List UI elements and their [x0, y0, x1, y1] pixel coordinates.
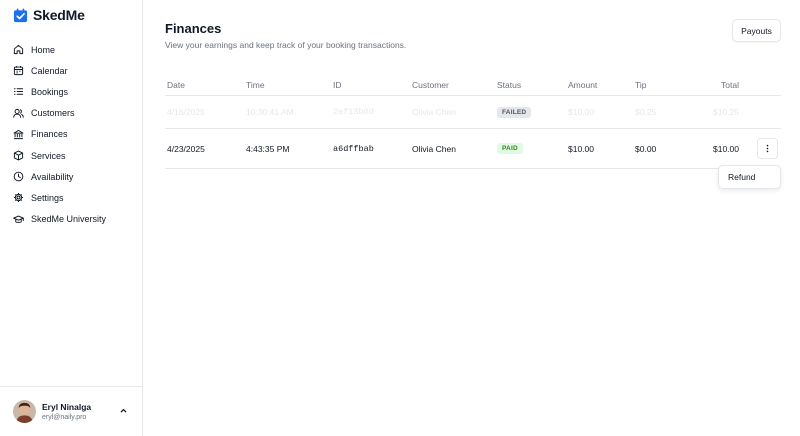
cell-amount: $10.00 [568, 107, 594, 117]
calendar-icon [13, 65, 24, 76]
sidebar-item-label: Customers [31, 108, 75, 119]
refund-menu-item[interactable]: Refund [728, 172, 755, 182]
sidebar-item-finances[interactable]: Finances [0, 124, 142, 145]
sidebar-item-label: Bookings [31, 86, 69, 97]
cell-status: FAILED [497, 96, 532, 128]
user-menu[interactable]: Eryl Ninalga eryl@naily.pro [0, 386, 142, 436]
header-time: Time [246, 79, 265, 90]
user-email: eryl@naily.pro [42, 414, 87, 421]
cell-id: a6dffbab [333, 143, 374, 154]
sidebar-item-home[interactable]: Home [0, 39, 142, 60]
sidebar-item-label: Services [31, 150, 66, 161]
avatar [13, 400, 36, 423]
sidebar-item-label: SkedMe University [31, 214, 107, 225]
table-row[interactable]: 4/16/2025 10:30:41 AM 2ef13b0d Olivia Ch… [165, 96, 781, 129]
cell-time: 10:30:41 AM [246, 107, 294, 117]
header-id: ID [333, 79, 342, 90]
sidebar-item-label: Availability [31, 171, 74, 182]
header-date: Date [167, 79, 185, 90]
cell-total: $10.25 [713, 107, 739, 117]
home-icon [13, 44, 24, 55]
cell-tip: $0.25 [635, 107, 657, 117]
sidebar-item-availability[interactable]: Availability [0, 166, 142, 187]
main-content: Finances View your earnings and keep tra… [143, 0, 800, 436]
sidebar-item-customers[interactable]: Customers [0, 103, 142, 124]
cell-customer: Olivia Chen [412, 143, 456, 154]
header-total: Total [721, 79, 739, 90]
cell-date: 4/23/2025 [167, 143, 205, 154]
list-icon [13, 86, 24, 97]
sidebar-item-label: Calendar [31, 65, 68, 76]
sidebar-item-label: Finances [31, 129, 68, 140]
sidebar-item-settings[interactable]: Settings [0, 187, 142, 208]
cell-date: 4/16/2025 [167, 107, 205, 117]
page-title: Finances [165, 21, 222, 36]
header-tip: Tip [635, 79, 647, 90]
sidebar-item-skedme-university[interactable]: SkedMe University [0, 209, 142, 230]
brand-name: SkedMe [33, 7, 85, 23]
sidebar-item-services[interactable]: Services [0, 145, 142, 166]
transactions-table: Date Time ID Customer Status Amount Tip … [165, 74, 781, 169]
status-badge: FAILED [497, 106, 532, 118]
users-icon [13, 108, 24, 119]
chevron-up-icon[interactable] [119, 406, 128, 415]
page-subtitle: View your earnings and keep track of you… [165, 40, 407, 50]
sidebar-item-label: Settings [31, 192, 64, 203]
cell-time: 4:43:35 PM [246, 143, 290, 154]
sidebar-item-calendar[interactable]: Calendar [0, 60, 142, 81]
cell-id: 2ef13b0d [333, 107, 374, 117]
sidebar-item-bookings[interactable]: Bookings [0, 81, 142, 102]
graduation-cap-icon [13, 214, 24, 225]
header-status: Status [497, 79, 522, 90]
bank-icon [13, 129, 24, 140]
calendar-check-logo-icon [13, 7, 28, 22]
status-badge: PAID [497, 143, 523, 154]
payouts-button[interactable]: Payouts [732, 19, 781, 42]
brand[interactable]: SkedMe [13, 6, 85, 24]
sidebar-nav: Home Calendar Bookings Customers Finance… [0, 39, 142, 230]
cell-status: PAID [497, 129, 523, 168]
row-actions-button[interactable] [757, 138, 778, 159]
user-info: Eryl Ninalga eryl@naily.pro [42, 402, 91, 421]
more-vertical-icon [766, 144, 769, 153]
header-customer: Customer [412, 79, 449, 90]
row-actions-menu: Refund [718, 165, 781, 189]
sidebar: SkedMe Home Calendar Bookings Customers [0, 0, 143, 436]
table-header: Date Time ID Customer Status Amount Tip … [165, 74, 781, 96]
clock-icon [13, 171, 24, 182]
gear-icon [13, 192, 24, 203]
package-icon [13, 150, 24, 161]
sidebar-item-label: Home [31, 44, 56, 55]
header-amount: Amount [568, 79, 598, 90]
cell-customer: Olivia Chen [412, 107, 456, 117]
cell-total: $10.00 [713, 143, 739, 154]
cell-tip: $0.00 [635, 143, 657, 154]
table-row[interactable]: 4/23/2025 4:43:35 PM a6dffbab Olivia Che… [165, 129, 781, 169]
user-name: Eryl Ninalga [42, 402, 92, 412]
cell-amount: $10.00 [568, 143, 594, 154]
